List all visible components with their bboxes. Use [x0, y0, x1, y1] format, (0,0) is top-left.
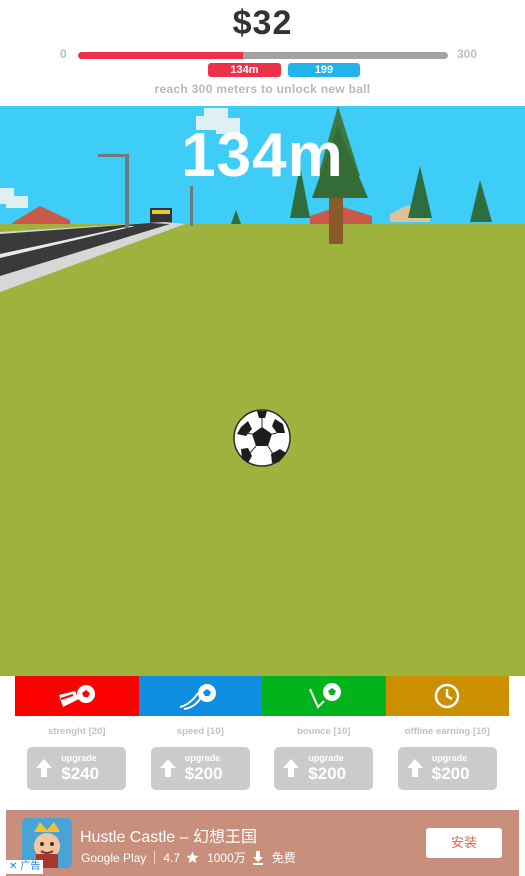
upgrade-caption: upgrade	[184, 753, 221, 763]
ad-store: Google Play	[81, 850, 147, 865]
upgrade-caption: upgrade	[308, 753, 344, 763]
ad-meta: Google Play 4.7 1000万 免费	[81, 849, 302, 866]
download-icon	[252, 850, 263, 865]
ad-title[interactable]: Hustle Castle – 幻想王国	[80, 823, 257, 847]
money-counter: $32	[232, 4, 293, 42]
up-arrow-icon	[283, 759, 300, 777]
upgrade-price: $200	[431, 764, 470, 783]
ad-label: 广告	[20, 861, 41, 872]
upgrade-labels: strenght [20] speed [10] bounce [10] off…	[15, 726, 509, 737]
soccer-ball-icon[interactable]	[233, 409, 291, 467]
tab-strength[interactable]	[15, 676, 139, 716]
progress-min-label: 0	[60, 47, 67, 61]
upgrade-tabs	[15, 676, 509, 716]
upgrade-caption: upgrade	[431, 753, 468, 763]
upgrade-speed-button[interactable]: upgrade $200	[150, 747, 250, 790]
lamp-post	[190, 186, 193, 226]
up-arrow-icon	[36, 759, 53, 777]
upgrade-price: $200	[308, 764, 347, 783]
ad-downloads: 1000万	[207, 851, 246, 865]
game-scene[interactable]: 134m	[0, 106, 525, 676]
strength-level-label: strenght [20]	[47, 726, 106, 737]
unlock-hint: reach 300 meters to unlock new ball	[154, 82, 371, 96]
distance-progress-bar	[78, 52, 448, 59]
up-arrow-icon	[406, 759, 423, 777]
ad-badge[interactable]: ✕ 广告	[6, 860, 44, 874]
tab-bounce[interactable]	[262, 676, 386, 716]
bounce-ball-icon	[308, 683, 341, 709]
upgrade-offline-earning-button[interactable]: upgrade $200	[397, 747, 497, 790]
upgrade-price: $200	[184, 764, 223, 783]
install-button[interactable]: 安装	[426, 828, 502, 858]
bounce-level-label: bounce [10]	[297, 726, 351, 737]
upgrade-price: $240	[61, 764, 100, 783]
offline-earning-level-label: offline earning [10]	[404, 726, 490, 737]
upgrade-bounce-button[interactable]: upgrade $200	[274, 747, 374, 790]
upgrade-buttons: upgrade $240 upgrade $200 upgrade $200 u…	[15, 747, 509, 790]
kick-ball-icon	[58, 685, 95, 707]
speed-ball-icon	[179, 684, 217, 710]
distance-display: 134m	[181, 121, 344, 190]
star-icon	[186, 851, 199, 863]
current-distance-badge: 134m	[208, 63, 281, 77]
progress-max-label: 300	[457, 47, 478, 61]
tab-speed[interactable]	[138, 676, 262, 716]
upgrade-strength-button[interactable]: upgrade $240	[27, 747, 127, 790]
upgrade-caption: upgrade	[61, 753, 97, 763]
ad-rating: 4.7	[163, 850, 181, 865]
scene-background	[0, 106, 525, 676]
tab-offline-earning[interactable]	[385, 676, 509, 716]
distance-progress-fill	[78, 52, 244, 59]
close-icon[interactable]: ✕	[9, 860, 17, 874]
clock-icon	[435, 683, 460, 709]
best-distance-badge: 199	[288, 63, 360, 77]
up-arrow-icon	[159, 759, 176, 777]
speed-level-label: speed [10]	[176, 726, 224, 737]
ad-price: 免费	[271, 851, 296, 865]
ad-banner[interactable]: Hustle Castle – 幻想王国 Google Play 4.7 100…	[6, 810, 519, 876]
header: $32 0 300 134m 199 reach 300 meters to u…	[0, 0, 525, 106]
